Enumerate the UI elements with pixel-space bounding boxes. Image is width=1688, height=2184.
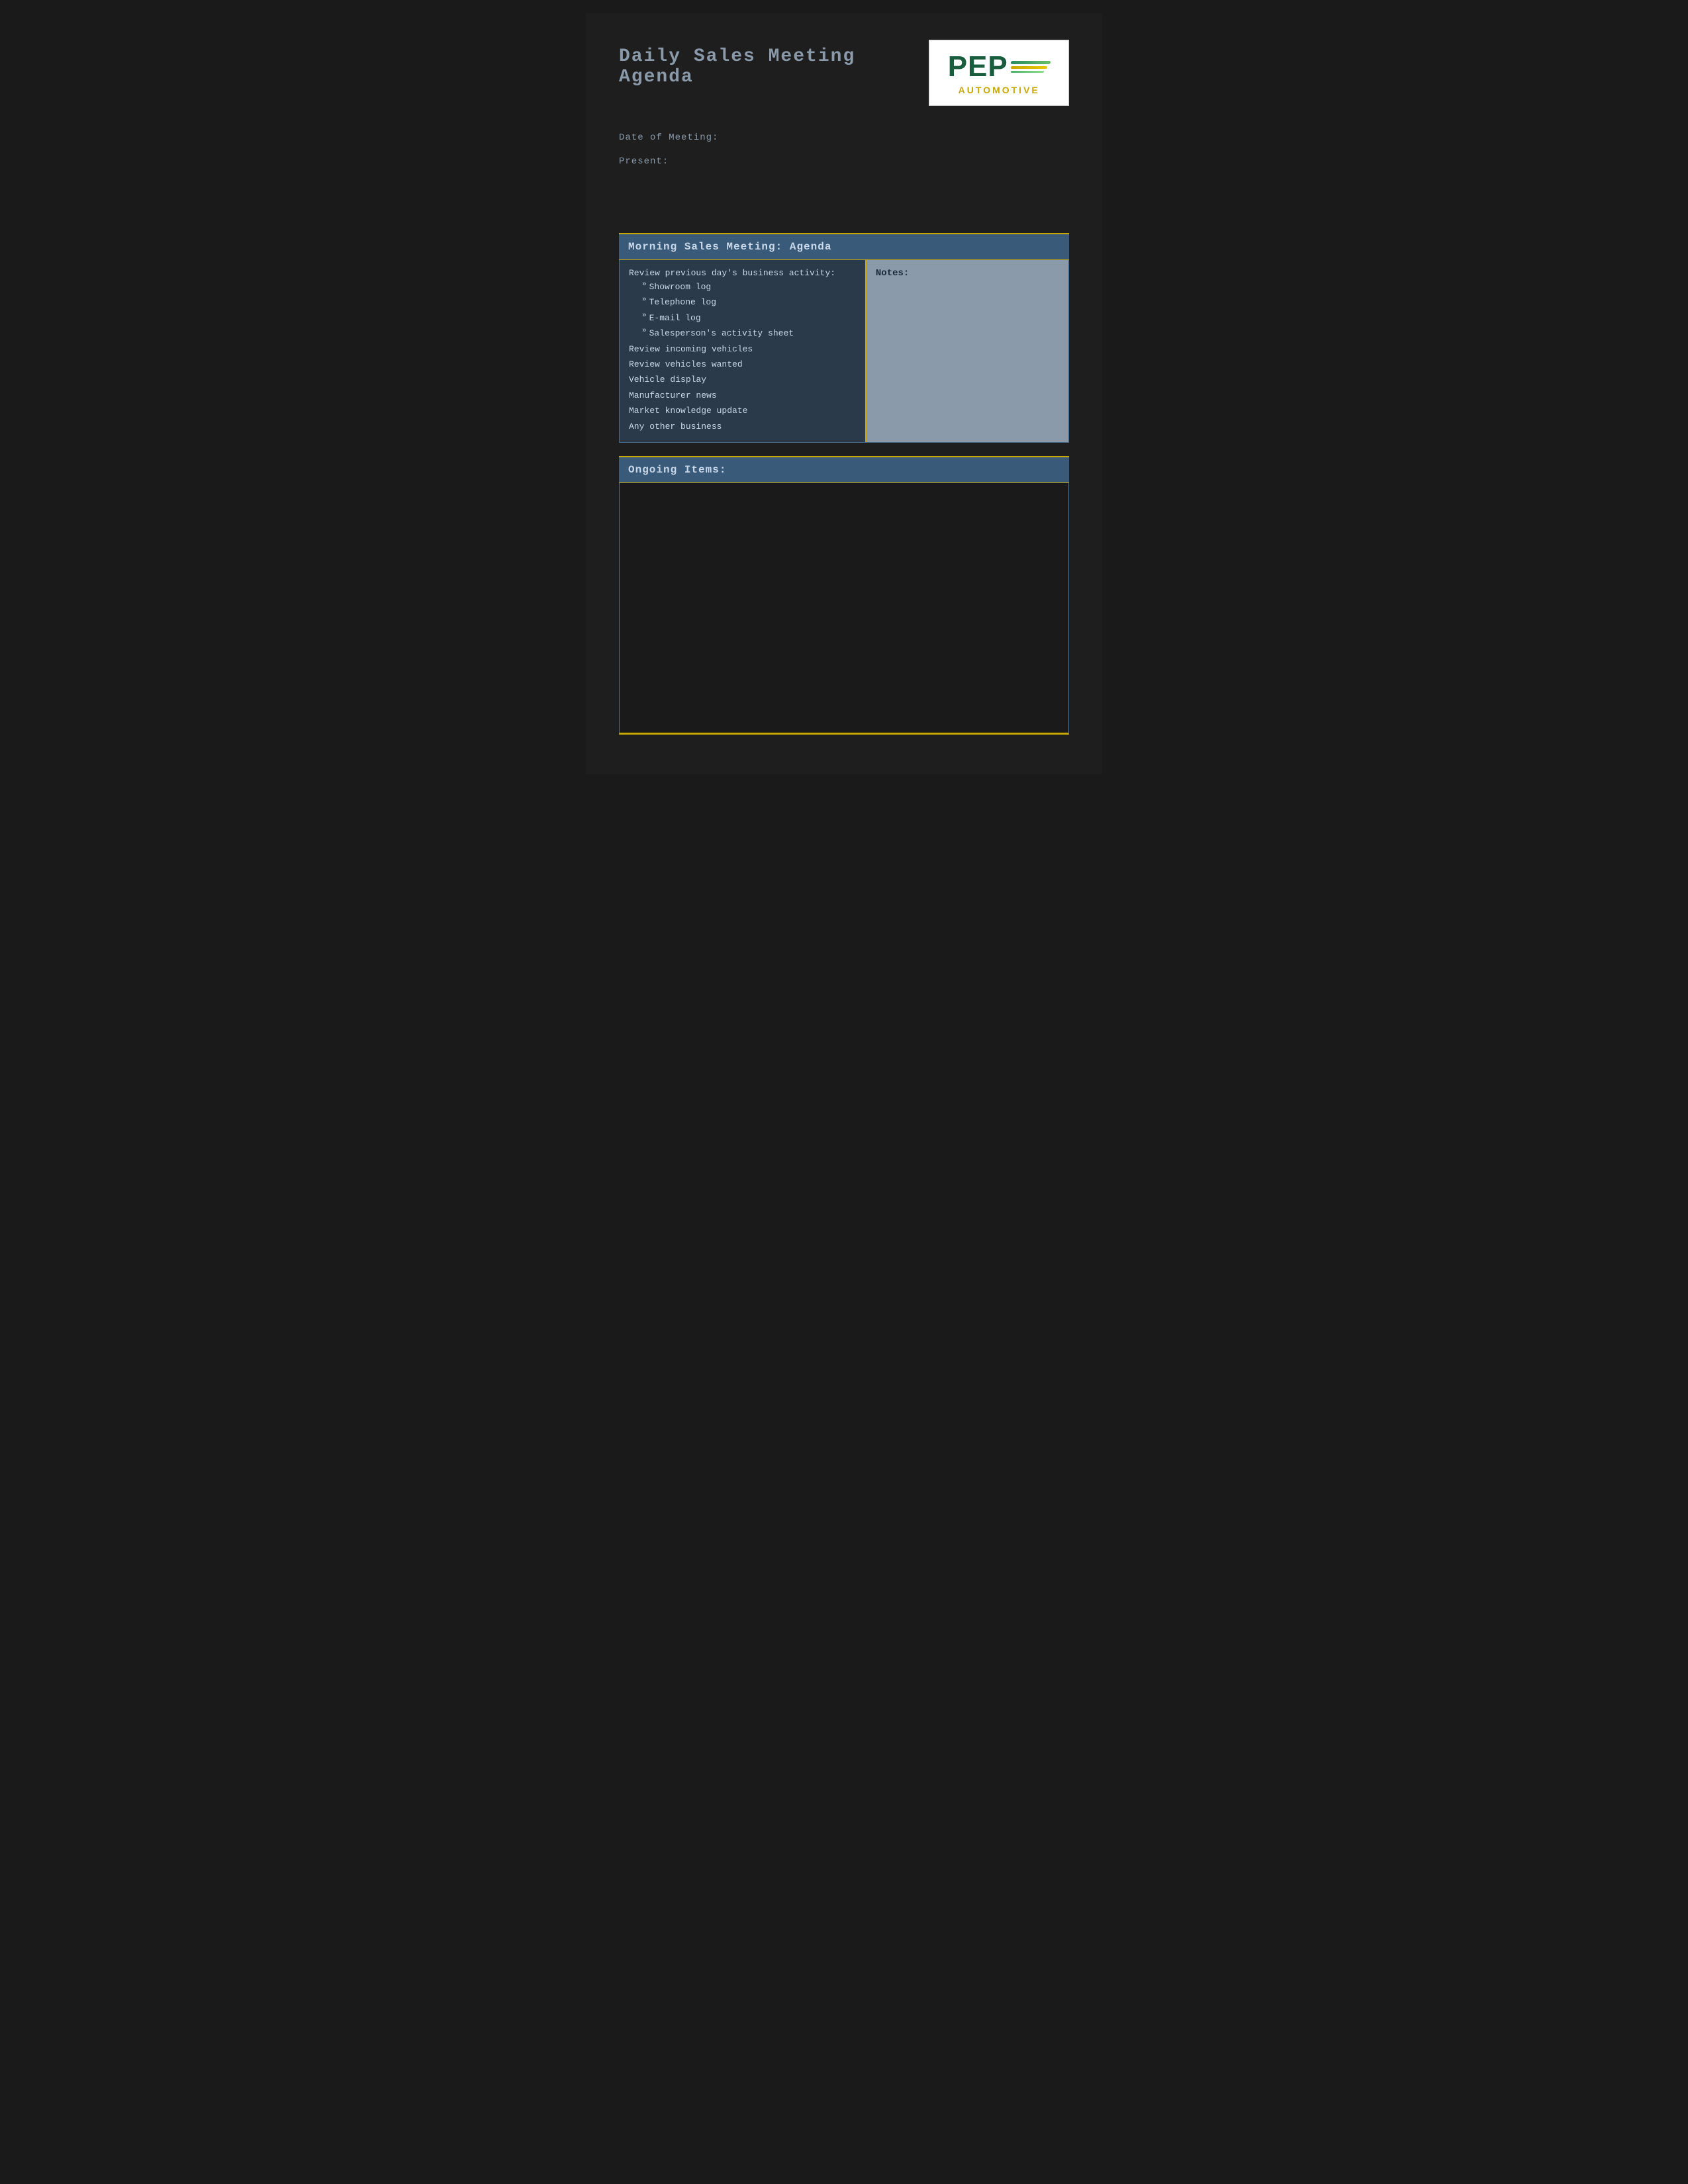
date-label: Date of Meeting: <box>619 132 1069 143</box>
sub-item-telephone-text: Telephone log <box>649 295 716 310</box>
logo-pep-text: PEP <box>948 50 1008 83</box>
market-knowledge: Market knowledge update <box>629 403 856 418</box>
review-label: Review previous day's business activity: <box>629 268 856 278</box>
logo-wave-lines <box>1011 61 1051 73</box>
morning-meeting-section: Morning Sales Meeting: Agenda Review pre… <box>619 233 1069 443</box>
page: Daily Sales Meeting Agenda PEP AUTOMOTIV… <box>586 13 1102 774</box>
meta-date-section: Date of Meeting: <box>619 132 1069 143</box>
morning-section-body: Review previous day's business activity:… <box>619 260 1069 443</box>
ongoing-items-section: Ongoing Items: <box>619 456 1069 735</box>
wave-line-3 <box>1010 71 1044 73</box>
sub-item-telephone: » Telephone log <box>629 295 856 310</box>
logo-automotive-text: AUTOMOTIVE <box>959 85 1040 95</box>
morning-header-text: Morning Sales Meeting: Agenda <box>628 241 831 253</box>
meta-present-section: Present: <box>619 156 1069 167</box>
agenda-left-column: Review previous day's business activity:… <box>620 260 867 442</box>
ongoing-header-text: Ongoing Items: <box>628 464 726 476</box>
spacer <box>619 180 1069 233</box>
morning-section-header: Morning Sales Meeting: Agenda <box>619 233 1069 260</box>
ongoing-section-header: Ongoing Items: <box>619 456 1069 483</box>
sub-item-salesperson-text: Salesperson's activity sheet <box>649 326 794 341</box>
present-label: Present: <box>619 156 1069 167</box>
notes-right-column: Notes: <box>867 260 1068 442</box>
page-title: Daily Sales Meeting Agenda <box>619 46 929 87</box>
sub-item-salesperson: » Salesperson's activity sheet <box>629 326 856 341</box>
header: Daily Sales Meeting Agenda PEP AUTOMOTIV… <box>619 40 1069 106</box>
review-vehicles-wanted: Review vehicles wanted <box>629 357 856 372</box>
notes-label: Notes: <box>876 268 1059 279</box>
any-other-business: Any other business <box>629 419 856 434</box>
bullet-icon: » <box>642 327 647 335</box>
review-incoming: Review incoming vehicles <box>629 341 856 357</box>
logo-top-row: PEP <box>948 50 1051 83</box>
ongoing-section-body <box>619 483 1069 735</box>
sub-item-email: » E-mail log <box>629 310 856 326</box>
logo-box: PEP AUTOMOTIVE <box>929 40 1069 106</box>
wave-line-1 <box>1010 61 1051 64</box>
sub-item-showroom-text: Showroom log <box>649 279 712 295</box>
bullet-icon: » <box>642 312 647 320</box>
bullet-icon: » <box>642 296 647 304</box>
logo-inner: PEP AUTOMOTIVE <box>935 46 1063 100</box>
bullet-icon: » <box>642 281 647 289</box>
sub-item-email-text: E-mail log <box>649 310 701 326</box>
wave-line-2 <box>1010 66 1047 69</box>
sub-item-showroom: » Showroom log <box>629 279 856 295</box>
manufacturer-news: Manufacturer news <box>629 388 856 403</box>
vehicle-display: Vehicle display <box>629 372 856 387</box>
